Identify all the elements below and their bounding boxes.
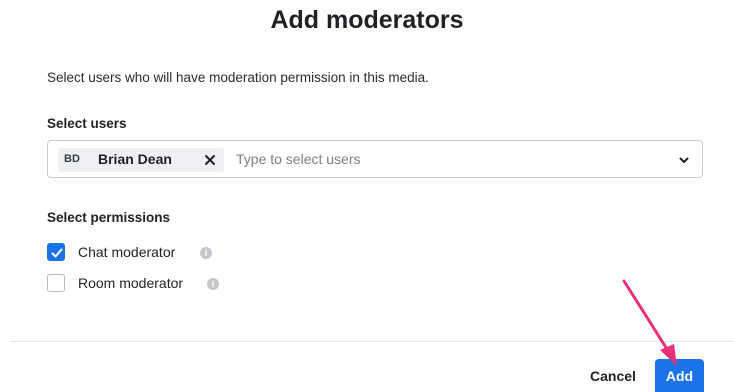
remove-user-icon[interactable] — [203, 152, 217, 168]
user-name: Brian Dean — [98, 151, 172, 167]
user-select-field[interactable]: BD Brian Dean — [47, 140, 703, 178]
select-permissions-label: Select permissions — [47, 210, 171, 225]
chat-moderator-label: Chat moderator — [78, 244, 176, 260]
select-users-label: Select users — [47, 116, 127, 131]
cancel-button[interactable]: Cancel — [578, 360, 648, 392]
user-search-input[interactable] — [236, 149, 656, 169]
chevron-down-icon[interactable] — [678, 153, 690, 165]
chat-moderator-checkbox[interactable] — [47, 243, 65, 261]
footer-divider — [10, 341, 734, 342]
add-moderators-dialog: Add moderators Select users who will hav… — [0, 0, 734, 392]
room-moderator-label: Room moderator — [78, 275, 184, 291]
annotation-arrow-icon — [622, 279, 677, 366]
info-icon[interactable]: i — [200, 247, 212, 259]
selected-user-chip: BD Brian Dean — [58, 148, 224, 172]
user-initials: BD — [64, 153, 80, 165]
add-button[interactable]: Add — [655, 359, 704, 392]
dialog-description: Select users who will have moderation pe… — [47, 70, 429, 85]
room-moderator-checkbox[interactable] — [47, 274, 65, 292]
info-icon[interactable]: i — [207, 278, 219, 290]
dialog-title: Add moderators — [270, 6, 464, 34]
